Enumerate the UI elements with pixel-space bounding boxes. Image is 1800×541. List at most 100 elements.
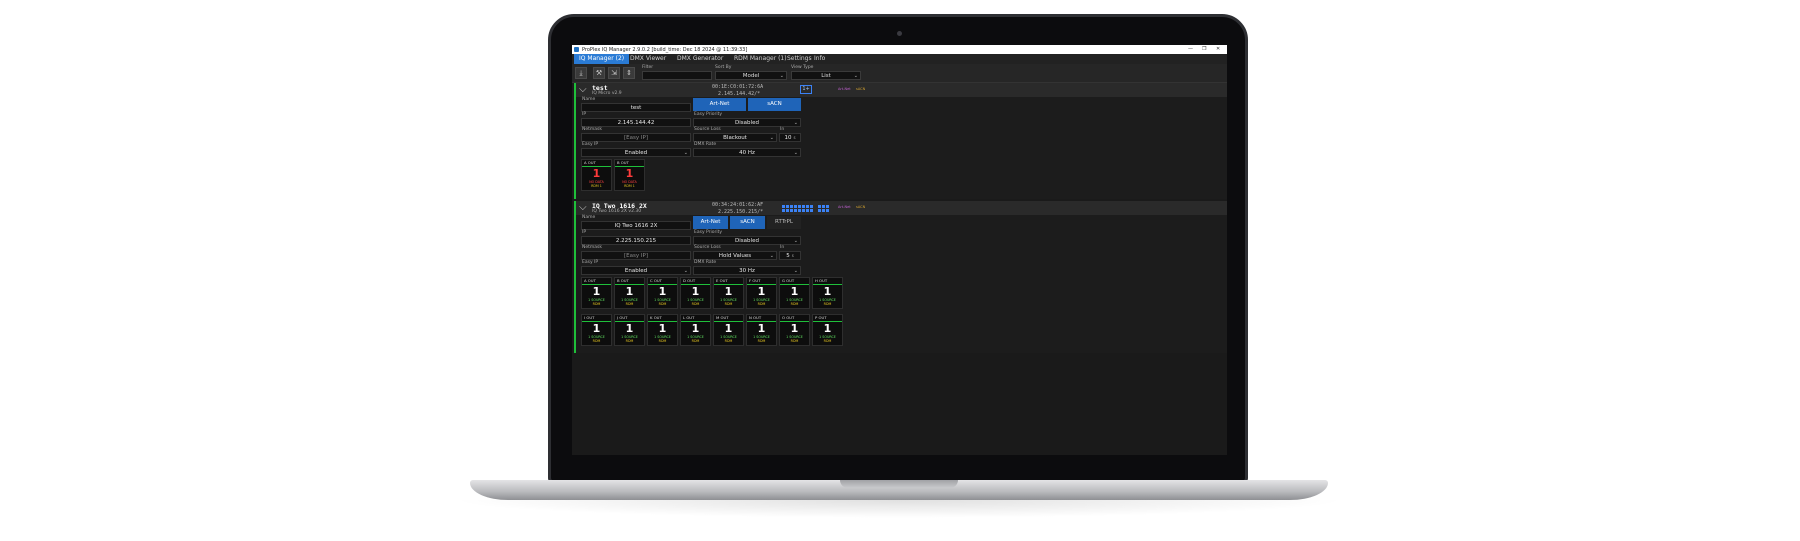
- device-header[interactable]: ⌵ IQ Two 1616 2X IQ Two 1616 2X v2.30 00…: [574, 201, 1227, 215]
- filter-field[interactable]: Filter: [642, 65, 712, 81]
- chevron-down-icon[interactable]: ⌵: [579, 202, 587, 214]
- netmask-input[interactable]: [Easy IP]: [581, 251, 691, 260]
- port-tile[interactable]: G OUT 1 1 SOURCE RDM: [779, 277, 810, 309]
- port-universe: 1: [790, 322, 799, 335]
- ip-field[interactable]: IP 2.225.150.215: [581, 230, 691, 245]
- view-type-field[interactable]: View Type List ⌄: [791, 65, 861, 81]
- port-tile[interactable]: K OUT 1 1 SOURCE RDM: [647, 314, 678, 346]
- sacn-tag: sACN: [856, 87, 866, 91]
- port-tile[interactable]: O OUT 1 1 SOURCE RDM: [779, 314, 810, 346]
- port-tile[interactable]: D OUT 1 1 SOURCE RDM: [680, 277, 711, 309]
- chevron-down-icon[interactable]: ⌵: [579, 84, 587, 96]
- sort-by-select[interactable]: Model ⌄: [715, 71, 787, 80]
- in-field[interactable]: In 10 s: [779, 127, 801, 142]
- port-header: K OUT: [648, 315, 677, 322]
- in-field[interactable]: In 5s: [779, 245, 801, 260]
- easy-ip-field[interactable]: Easy IP Enabled ⌄: [581, 142, 691, 157]
- port-tile[interactable]: N OUT 1 1 SOURCE RDM: [746, 314, 777, 346]
- port-tile[interactable]: B OUT 1 NO DATA RDM 1: [614, 159, 645, 191]
- source-loss-select[interactable]: Blackout ⌄: [693, 133, 777, 142]
- chevron-down-icon: ⌄: [683, 150, 688, 156]
- ip-input[interactable]: 2.225.150.215: [581, 236, 691, 245]
- title-bar: ProPlex IQ Manager 2.9.0.2 [build_time: …: [572, 45, 1227, 54]
- close-button[interactable]: ✕: [1216, 46, 1220, 52]
- expand-icon[interactable]: ⇕: [623, 67, 635, 79]
- port-universe: 1: [625, 322, 634, 335]
- easy-priority-select[interactable]: Disabled ⌄: [693, 236, 801, 245]
- port-universe: 1: [592, 322, 601, 335]
- port-header: I OUT: [582, 315, 611, 322]
- tab-dmx-viewer[interactable]: DMX Viewer: [625, 54, 671, 64]
- laptop-notch: [840, 480, 958, 488]
- sort-by-field[interactable]: Sort By Model ⌄: [715, 65, 787, 81]
- device-ip-display: 2.145.144.42/*: [718, 90, 761, 97]
- port-tile[interactable]: B OUT 1 1 SOURCE RDM: [614, 277, 645, 309]
- rttrpl-button[interactable]: RTTrPL: [767, 216, 801, 229]
- in-input[interactable]: 5s: [779, 251, 801, 260]
- dmx-rate-field[interactable]: DMX Rate 40 Hz ⌄: [693, 142, 801, 157]
- port-tile[interactable]: P OUT 1 1 SOURCE RDM: [812, 314, 843, 346]
- port-tile[interactable]: H OUT 1 1 SOURCE RDM: [812, 277, 843, 309]
- device-header[interactable]: ⌵ test IQ Micro v2.9 00:1E:C0:01:72:6A 2…: [574, 83, 1227, 97]
- port-rdm: RDM: [658, 302, 667, 306]
- port-header: D OUT: [681, 278, 710, 285]
- tab-info[interactable]: Info: [809, 54, 830, 64]
- port-tile[interactable]: A OUT 1 1 SOURCE RDM: [581, 277, 612, 309]
- dmx-rate-field[interactable]: DMX Rate 30 Hz ⌄: [693, 260, 801, 275]
- collapse-icon[interactable]: ⇲: [608, 67, 620, 79]
- device-mac: 00:34:24:01:62:AF: [712, 202, 764, 208]
- dmx-rate-select[interactable]: 40 Hz ⌄: [693, 148, 801, 157]
- port-tile[interactable]: E OUT 1 1 SOURCE RDM: [713, 277, 744, 309]
- port-tile[interactable]: A OUT 1 NO DATA RDM 1: [581, 159, 612, 191]
- netmask-input[interactable]: [Easy IP]: [581, 133, 691, 142]
- tab-dmx-generator[interactable]: DMX Generator: [672, 54, 728, 64]
- menu-bar: IQ Manager (2) DMX Viewer DMX Generator …: [572, 54, 1227, 64]
- in-input[interactable]: 10 s: [779, 133, 801, 142]
- name-input[interactable]: IQ Two 1616 2X: [581, 221, 691, 230]
- ip-field[interactable]: IP 2.145.144.42: [581, 112, 691, 127]
- ip-input[interactable]: 2.145.144.42: [581, 118, 691, 127]
- easy-ip-select[interactable]: Enabled ⌄: [581, 148, 691, 157]
- filter-input[interactable]: [642, 71, 712, 80]
- port-tile[interactable]: L OUT 1 1 SOURCE RDM: [680, 314, 711, 346]
- sort-by-value: Model: [742, 73, 760, 79]
- minimize-button[interactable]: —: [1188, 46, 1193, 52]
- port-rdm: RDM: [790, 302, 799, 306]
- artnet-tag: Art-Net: [838, 205, 851, 209]
- port-rdm: RDM: [625, 339, 634, 343]
- source-loss-value: Blackout: [723, 135, 747, 141]
- source-loss-field[interactable]: Source Loss Hold Values ⌄: [693, 245, 777, 260]
- easy-ip-value: Enabled: [624, 150, 648, 156]
- name-field[interactable]: Name IQ Two 1616 2X: [581, 215, 691, 230]
- port-tile[interactable]: J OUT 1 1 SOURCE RDM: [614, 314, 645, 346]
- sacn-button[interactable]: sACN: [748, 98, 801, 111]
- sacn-tag: sACN: [856, 205, 866, 209]
- name-input[interactable]: test: [581, 103, 691, 112]
- easy-priority-field[interactable]: Easy Priority Disabled ⌄: [693, 230, 801, 245]
- artnet-button[interactable]: Art-Net: [693, 98, 746, 111]
- easy-priority-select[interactable]: Disabled ⌄: [693, 118, 801, 127]
- source-loss-field[interactable]: Source Loss Blackout ⌄: [693, 127, 777, 142]
- port-tile[interactable]: F OUT 1 1 SOURCE RDM: [746, 277, 777, 309]
- easy-ip-field[interactable]: Easy IP Enabled ⌄: [581, 260, 691, 275]
- port-tile[interactable]: M OUT 1 1 SOURCE RDM: [713, 314, 744, 346]
- tab-iq-manager[interactable]: IQ Manager (2): [574, 54, 630, 64]
- view-type-select[interactable]: List ⌄: [791, 71, 861, 80]
- in-unit: s: [793, 135, 796, 140]
- easy-priority-field[interactable]: Easy Priority Disabled ⌄: [693, 112, 801, 127]
- artnet-button[interactable]: Art-Net: [693, 216, 728, 229]
- port-tile[interactable]: C OUT 1 1 SOURCE RDM: [647, 277, 678, 309]
- easy-ip-select[interactable]: Enabled ⌄: [581, 266, 691, 275]
- source-loss-select[interactable]: Hold Values ⌄: [693, 251, 777, 260]
- wrench-icon[interactable]: ⚒: [593, 67, 605, 79]
- netmask-field[interactable]: Netmask [Easy IP]: [581, 127, 691, 142]
- download-icon[interactable]: ⤓: [575, 67, 587, 79]
- port-universe: 1: [658, 322, 667, 335]
- sacn-button[interactable]: sACN: [730, 216, 765, 229]
- maximize-button[interactable]: ❐: [1202, 46, 1206, 52]
- chevron-down-icon: ⌄: [769, 253, 774, 259]
- dmx-rate-select[interactable]: 30 Hz ⌄: [693, 266, 801, 275]
- name-field[interactable]: Name test: [581, 97, 691, 112]
- netmask-field[interactable]: Netmask [Easy IP]: [581, 245, 691, 260]
- port-tile[interactable]: I OUT 1 1 SOURCE RDM: [581, 314, 612, 346]
